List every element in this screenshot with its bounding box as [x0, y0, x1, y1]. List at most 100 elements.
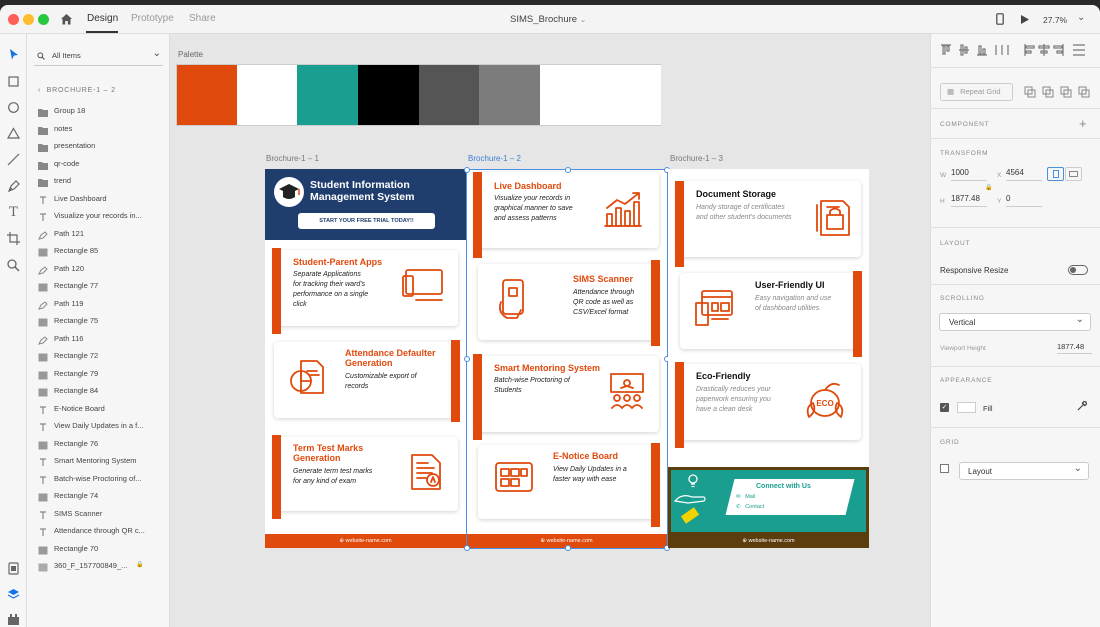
ellipse-tool-icon[interactable] [6, 100, 21, 115]
layer-item[interactable]: Path 120 [27, 260, 170, 277]
responsive-resize-toggle[interactable] [1068, 265, 1088, 275]
x-input[interactable]: 4564 [1006, 168, 1042, 181]
layer-item[interactable]: Rectangle 76 [27, 435, 170, 452]
layer-item[interactable]: Attendance through QR c... [27, 522, 170, 539]
palette-swatch[interactable] [419, 65, 479, 125]
artboard-tool-icon[interactable] [6, 231, 21, 246]
zoom-chevron-icon[interactable]: ⌄ [1077, 12, 1085, 23]
grid-type-select[interactable]: Layout ⌄ [959, 462, 1089, 480]
layer-item[interactable]: Group 18 [27, 102, 170, 119]
layer-item[interactable]: Rectangle 77 [27, 277, 170, 294]
assets-icon[interactable] [6, 561, 21, 576]
layer-item[interactable]: Rectangle 72 [27, 347, 170, 364]
layer-item[interactable]: Live Dashboard [27, 190, 170, 207]
artboard-brochure-2[interactable]: Live Dashboard Visualize your records in g… [466, 169, 667, 548]
layer-item[interactable]: Path 119 [27, 295, 170, 312]
polygon-tool-icon[interactable] [6, 126, 21, 141]
add-component-icon[interactable]: + [1079, 116, 1087, 131]
card-title: Student-Parent Apps [293, 257, 383, 267]
plugins-icon[interactable] [6, 612, 21, 627]
layer-item[interactable]: Rectangle 85 [27, 242, 170, 259]
close-window-button[interactable] [8, 14, 19, 25]
palette-swatch[interactable] [358, 65, 419, 125]
layer-item[interactable]: Path 116 [27, 330, 170, 347]
layer-item[interactable]: trend [27, 172, 170, 189]
layer-item[interactable]: Visualize your records in... [27, 207, 170, 224]
palette-swatch[interactable] [479, 65, 540, 125]
line-tool-icon[interactable] [6, 152, 21, 167]
layer-item[interactable]: Rectangle 79 [27, 365, 170, 382]
zoom-level[interactable]: 27.7% [1043, 15, 1067, 25]
property-inspector: ▦ Repeat Grid COMPONENT + TRANSFORM W 100… [930, 34, 1100, 627]
rectangle-tool-icon[interactable] [6, 74, 21, 89]
artboard-label-1[interactable]: Brochure-1 – 1 [266, 154, 319, 163]
y-input[interactable]: 0 [1006, 194, 1042, 207]
lock-icon[interactable]: 🔒 [136, 557, 143, 574]
play-icon[interactable] [1020, 14, 1030, 25]
viewport-height-input[interactable]: 1877.48 [1057, 342, 1092, 354]
tab-share[interactable]: Share [189, 13, 216, 24]
maximize-window-button[interactable] [38, 14, 49, 25]
scrolling-select[interactable]: Vertical ⌄ [939, 313, 1091, 331]
width-label: W [940, 172, 947, 179]
height-input[interactable]: 1877.48 [951, 194, 987, 207]
boolean-ops-icons[interactable] [1023, 85, 1095, 99]
layers-filter[interactable]: All Items ⌄ [34, 48, 163, 66]
select-tool-icon[interactable] [6, 47, 21, 62]
portrait-orientation-icon[interactable] [1047, 167, 1064, 181]
layer-item[interactable]: SIMS Scanner [27, 505, 170, 522]
layer-item[interactable]: View Daily Updates in a f... [27, 417, 170, 434]
layer-item[interactable]: Rectangle 75 [27, 312, 170, 329]
layer-item[interactable]: Rectangle 84 [27, 382, 170, 399]
home-icon[interactable] [60, 13, 73, 25]
divider [931, 108, 1100, 109]
layer-item[interactable]: Rectangle 74 [27, 487, 170, 504]
layer-item[interactable]: Smart Mentoring System [27, 452, 170, 469]
text-tool-icon[interactable]: T [6, 205, 21, 220]
artboard-brochure-3[interactable]: Document Storage Handy storage of certifi… [668, 169, 869, 548]
fill-color-swatch[interactable] [957, 402, 976, 413]
card-description: Visualize your records in graphical manne… [494, 194, 573, 224]
color-palette[interactable] [176, 64, 661, 126]
layer-item-label: Smart Mentoring System [54, 456, 137, 465]
layer-item[interactable]: Batch-wise Proctoring of... [27, 470, 170, 487]
repeat-grid-button[interactable]: ▦ Repeat Grid [940, 83, 1013, 101]
layer-item-label: Path 120 [54, 263, 85, 273]
lock-aspect-icon[interactable]: 🔒 [985, 184, 992, 191]
artboard-label-2[interactable]: Brochure-1 – 2 [468, 154, 521, 163]
card-description: Handy storage of certificates and other s… [696, 203, 792, 223]
layers-breadcrumb[interactable]: ‹ BROCHURE-1 – 2 [38, 87, 116, 94]
landscape-orientation-icon[interactable] [1065, 167, 1082, 181]
layer-item[interactable]: E-Notice Board [27, 400, 170, 417]
pen-tool-icon[interactable] [6, 179, 21, 194]
palette-swatch[interactable] [177, 65, 237, 125]
fill-checkbox[interactable]: ✓ [940, 403, 949, 412]
zoom-tool-icon[interactable] [6, 258, 21, 273]
layer-item-label: Group 18 [54, 106, 86, 115]
artboard-brochure-1[interactable]: Student Information Management System STA… [265, 169, 466, 548]
palette-swatch[interactable] [540, 65, 661, 125]
layers-filter-label: All Items [52, 51, 81, 60]
minimize-window-button[interactable] [23, 14, 34, 25]
tab-design[interactable]: Design [87, 13, 118, 24]
eyedropper-icon[interactable] [1076, 400, 1088, 412]
design-canvas[interactable]: Palette Brochure-1 – 1 Brochure-1 – 2 Br… [170, 34, 930, 627]
palette-swatch[interactable] [237, 65, 297, 125]
layer-item[interactable]: Rectangle 70 [27, 540, 170, 557]
tab-prototype[interactable]: Prototype [131, 13, 174, 24]
layer-item[interactable]: notes [27, 120, 170, 137]
grid-checkbox[interactable] [940, 464, 949, 473]
layers-icon[interactable] [6, 587, 21, 602]
document-title[interactable]: SIMS_Brochure ⌄ [510, 14, 586, 25]
align-vertical-icons[interactable] [939, 43, 1019, 57]
palette-swatch[interactable] [297, 65, 358, 125]
layer-item[interactable]: 360_F_157700849_... 🔒 [27, 557, 170, 574]
align-horizontal-icons[interactable] [1023, 43, 1095, 57]
width-input[interactable]: 1000 [951, 168, 987, 181]
layer-item[interactable]: presentation [27, 137, 170, 154]
device-preview-icon[interactable] [996, 13, 1004, 25]
artboard-label-3[interactable]: Brochure-1 – 3 [670, 154, 723, 163]
layer-item[interactable]: qr-code [27, 155, 170, 172]
card-description: Attendance through QR code as well as CSV/… [573, 288, 634, 318]
layer-item[interactable]: Path 121 [27, 225, 170, 242]
